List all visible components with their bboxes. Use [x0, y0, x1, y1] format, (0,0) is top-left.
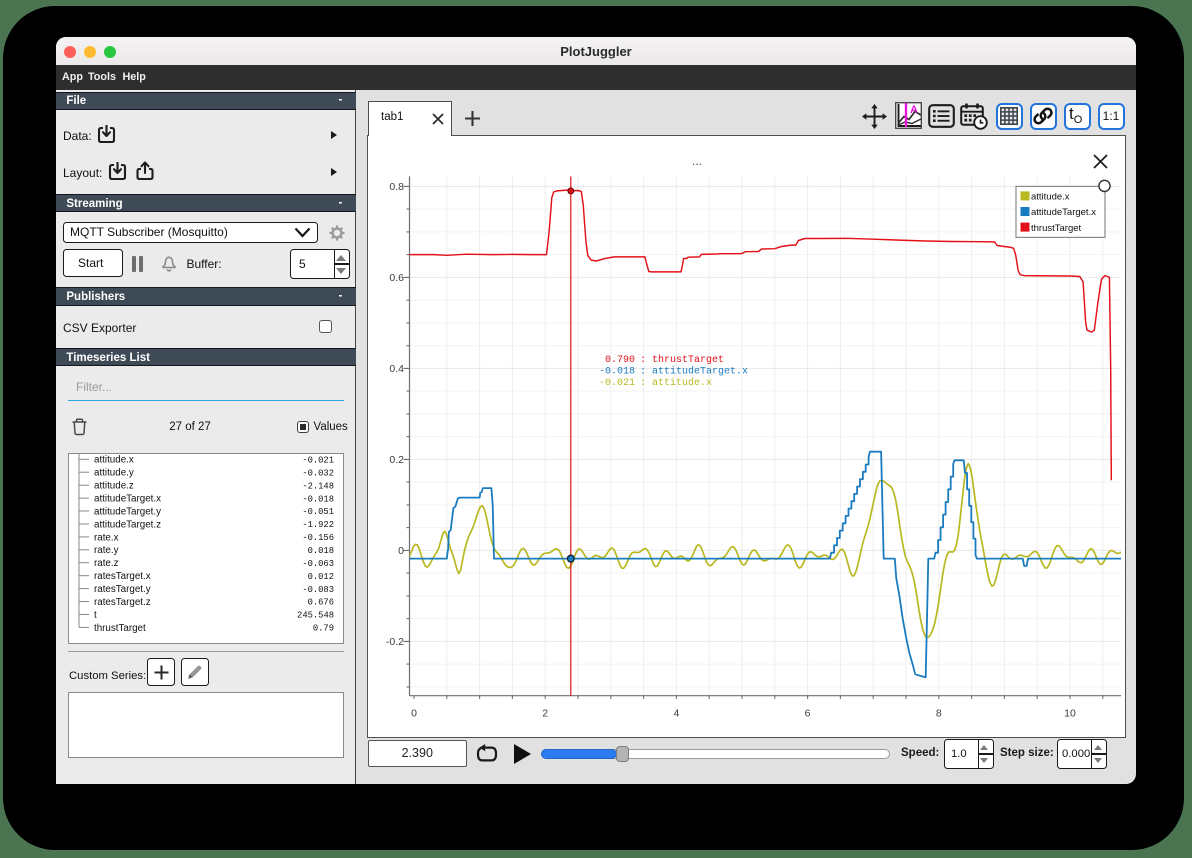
svg-text:-0.018: -0.018	[599, 366, 635, 377]
svg-text:attitude.z: attitude.z	[94, 480, 134, 491]
svg-text:-0.018: -0.018	[302, 494, 334, 504]
svg-text:thrustTarget: thrustTarget	[94, 622, 146, 633]
svg-text:0.018: 0.018	[308, 546, 334, 556]
svg-text:-0.083: -0.083	[302, 584, 334, 594]
svg-text:0.676: 0.676	[308, 597, 334, 607]
svg-text:0.4: 0.4	[389, 363, 404, 375]
svg-text:2: 2	[542, 707, 548, 719]
svg-text:-0.156: -0.156	[302, 533, 334, 543]
svg-text:attitudeTarget.z: attitudeTarget.z	[94, 519, 161, 530]
svg-text:t: t	[94, 609, 97, 620]
svg-text:0.79: 0.79	[313, 623, 334, 633]
svg-text:-0.063: -0.063	[302, 558, 334, 568]
svg-text:attitude.x: attitude.x	[94, 454, 134, 465]
svg-text:attitudeTarget.x: attitudeTarget.x	[94, 493, 161, 504]
svg-text:10: 10	[1064, 707, 1076, 719]
svg-text:0.012: 0.012	[308, 571, 334, 581]
svg-text:0: 0	[398, 545, 404, 557]
svg-text:6: 6	[805, 707, 811, 719]
svg-text:...: ...	[692, 154, 702, 168]
svg-text:0: 0	[411, 707, 417, 719]
svg-text:rate.y: rate.y	[94, 545, 119, 556]
svg-text:ratesTarget.y: ratesTarget.y	[94, 584, 151, 595]
svg-text:ratesTarget.x: ratesTarget.x	[94, 571, 151, 582]
svg-text:-0.021: -0.021	[302, 455, 334, 465]
svg-text:attitude.x: attitude.x	[1031, 191, 1070, 202]
svg-text:-0.032: -0.032	[302, 468, 334, 478]
svg-text:rate.z: rate.z	[94, 558, 119, 569]
svg-text:A: A	[910, 104, 918, 116]
svg-text:attitudeTarget.x: attitudeTarget.x	[1031, 207, 1096, 218]
svg-text:rate.x: rate.x	[94, 532, 119, 543]
svg-text:attitudeTarget.y: attitudeTarget.y	[94, 506, 161, 517]
svg-text:0.6: 0.6	[389, 272, 404, 284]
svg-text:-0.2: -0.2	[386, 636, 404, 648]
svg-text:-1.922: -1.922	[302, 520, 334, 530]
svg-text:0.790: 0.790	[605, 355, 635, 366]
svg-text:-0.051: -0.051	[302, 507, 334, 517]
svg-text:-2.148: -2.148	[302, 481, 334, 491]
svg-text:-0.021: -0.021	[599, 378, 635, 389]
svg-text:0.8: 0.8	[389, 181, 404, 193]
svg-text:4: 4	[673, 707, 679, 719]
svg-text:attitude.y: attitude.y	[94, 467, 134, 478]
svg-text:thrustTarget: thrustTarget	[1031, 222, 1082, 233]
svg-text:: thrustTarget: : thrustTarget	[640, 354, 724, 366]
svg-text:: attitude.x: : attitude.x	[640, 377, 712, 389]
svg-text:ratesTarget.z: ratesTarget.z	[94, 596, 151, 607]
svg-text:: attitudeTarget.x: : attitudeTarget.x	[640, 365, 748, 377]
svg-text:0.2: 0.2	[389, 454, 404, 466]
svg-text:8: 8	[936, 707, 942, 719]
svg-text:245.548: 245.548	[297, 610, 334, 620]
